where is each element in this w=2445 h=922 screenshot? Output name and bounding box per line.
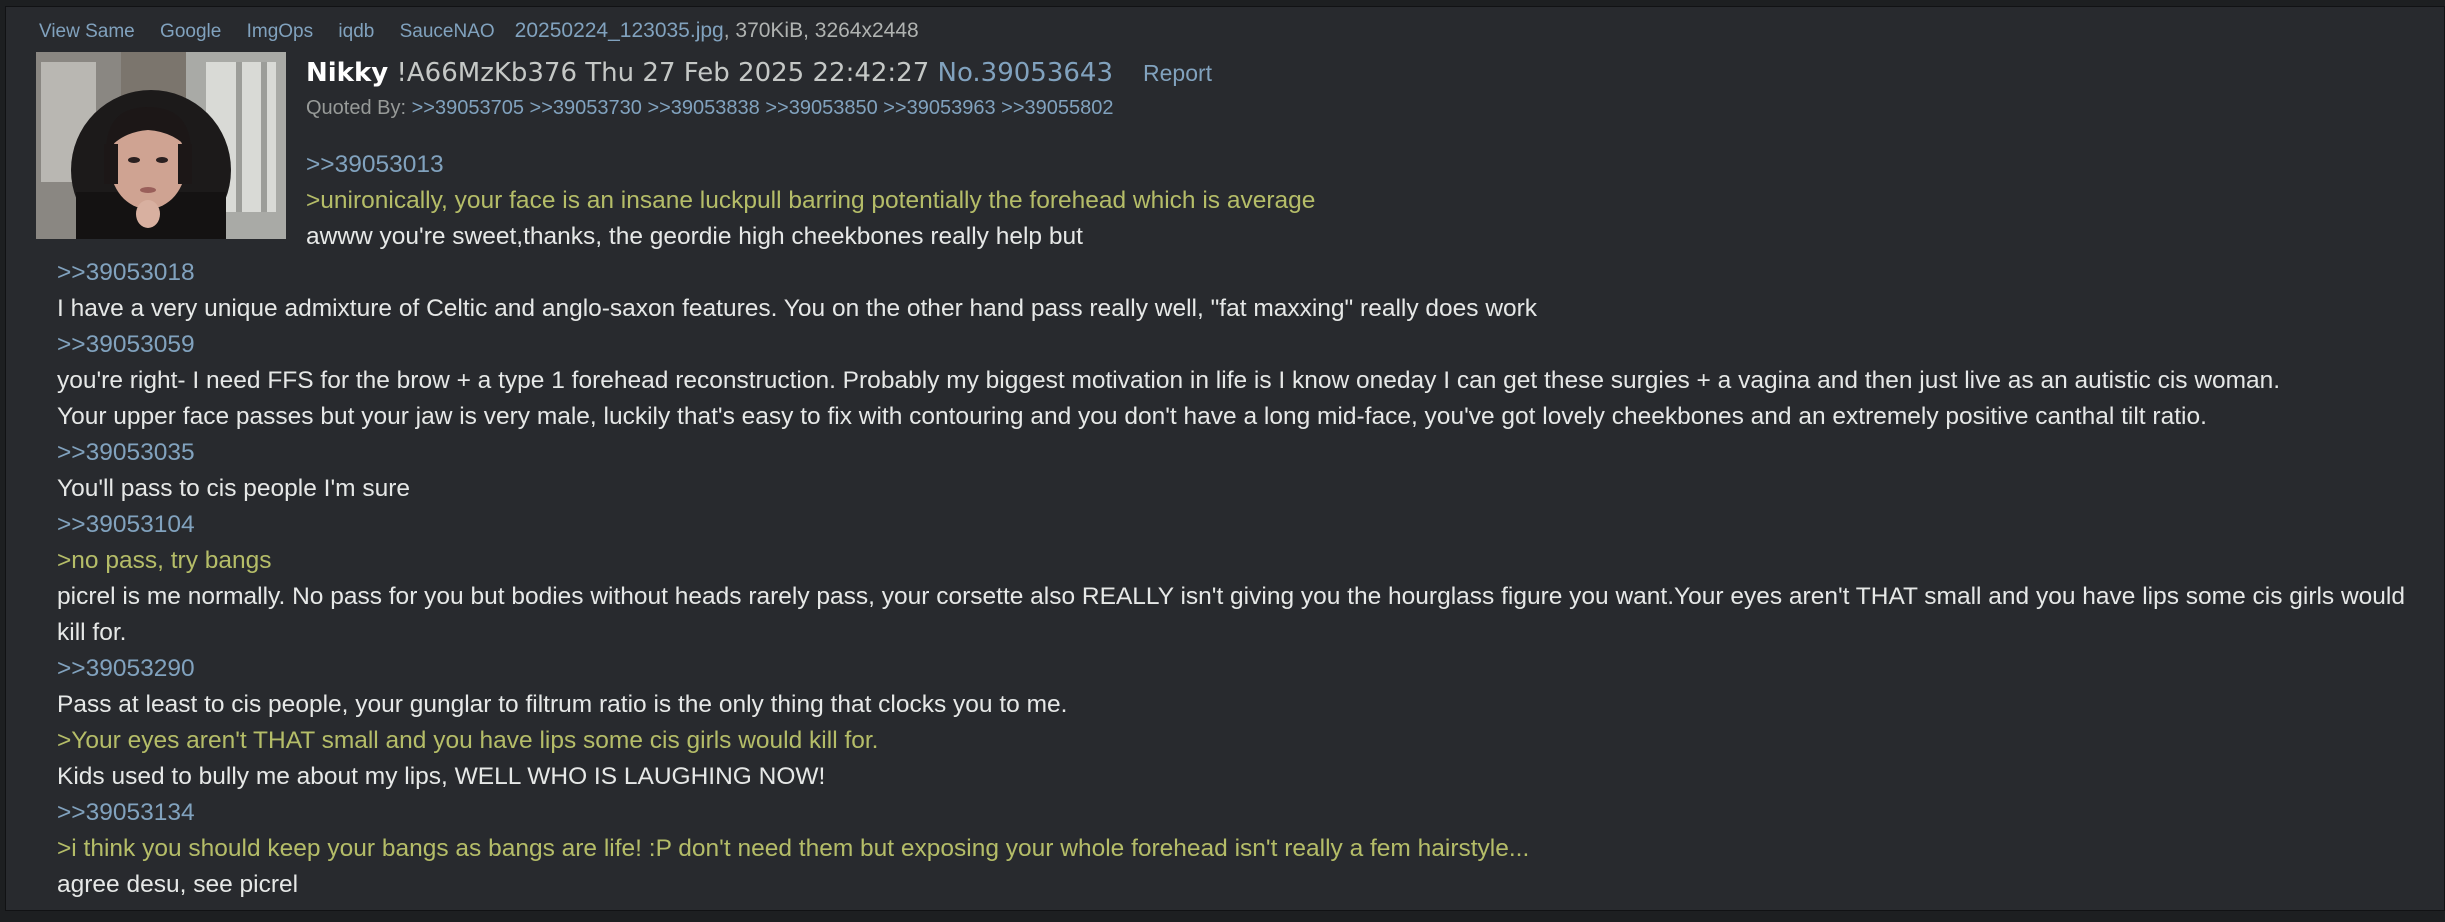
post-reply: View Same Google ImgOps iqdb SauceNAO 202… [5,6,2445,911]
comment-line: I have a very unique admixture of Celtic… [57,295,1538,322]
quote-link[interactable]: >>39053035 [6,435,2445,471]
greentext-line: >unironically, your face is an insane lu… [306,187,1316,214]
comment-line: picrel is me normally. No pass for you b… [57,583,2405,646]
comment-line: Pass at least to cis people, your gungla… [57,691,1068,718]
comment-line: You'll pass to cis people I'm sure [57,475,411,502]
comment-line: Kids used to bully me about my lips, WEL… [57,763,826,790]
file-info: View Same Google ImgOps iqdb SauceNAO 202… [39,19,919,43]
file-name-link[interactable]: 20250224_123035.jpg [515,19,724,42]
comment-line: you're right- I need FFS for the brow + … [57,367,2281,394]
file-meta: , 370KiB, 3264x2448 [723,19,919,42]
imgops-link[interactable]: ImgOps [247,21,314,42]
report-link[interactable]: Report [1143,60,1212,86]
backlink[interactable]: >>39053730 [530,97,642,119]
backlink[interactable]: >>39053705 [412,97,524,119]
backlink[interactable]: >>39053850 [765,97,877,119]
iqdb-link[interactable]: iqdb [338,21,374,42]
comment-line: agree desu, see picrel [57,871,299,898]
backlink[interactable]: >>39053963 [883,97,995,119]
post-header: Nikky !A66MzKb376 Thu 27 Feb 2025 22:42:… [306,57,1212,88]
tripcode: !A66MzKb376 [388,58,586,88]
comment-line: Your upper face passes but your jaw is v… [57,403,2207,430]
greentext-line: >Your eyes aren't THAT small and you hav… [57,727,879,754]
comment-line: awww you're sweet,thanks, the geordie hi… [306,223,1083,250]
greentext-line: >i think you should keep your bangs as b… [57,835,1530,862]
quote-link[interactable]: >>39053059 [6,327,2445,363]
quote-link[interactable]: >>39053290 [6,651,2445,687]
post-body: >>39053013 >unironically, your face is a… [6,147,2445,903]
quoted-by-label: Quoted By: [306,97,412,119]
quote-link[interactable]: >>39053013 [6,147,2445,183]
greentext-line: >no pass, try bangs [57,547,272,574]
post-date: Thu 27 Feb 2025 22:42:27 [585,58,938,88]
backlink[interactable]: >>39053838 [647,97,759,119]
google-link[interactable]: Google [160,21,221,42]
quote-link[interactable]: >>39053104 [6,507,2445,543]
view-same-link[interactable]: View Same [39,21,135,42]
backlink[interactable]: >>39055802 [1001,97,1113,119]
quote-link[interactable]: >>39053018 [6,255,2445,291]
poster-name: Nikky [306,58,389,88]
saucenao-link[interactable]: SauceNAO [400,21,495,42]
post-number-link[interactable]: No.39053643 [938,58,1114,88]
quote-link[interactable]: >>39053134 [6,795,2445,831]
quoted-by: Quoted By: >>39053705 >>39053730 >>39053… [306,97,1114,120]
